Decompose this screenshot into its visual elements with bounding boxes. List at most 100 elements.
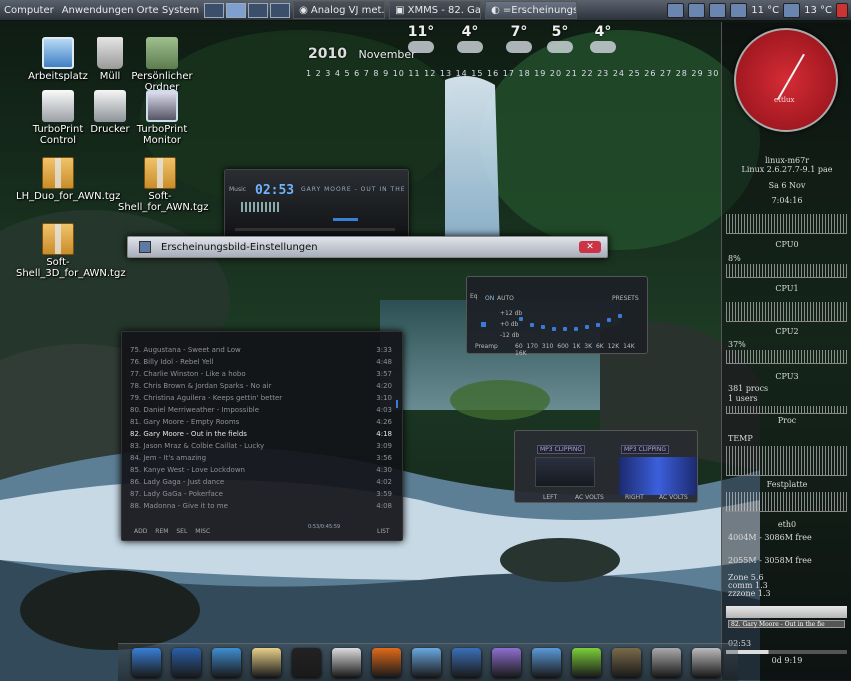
close-button[interactable]: ✕ (579, 241, 601, 253)
update-icon[interactable] (730, 2, 748, 18)
right-meter (619, 457, 697, 495)
playlist-row[interactable]: 77. Charlie Winston - Like a hobo 3:57 (130, 370, 392, 382)
eq-band-slider[interactable] (519, 316, 523, 321)
eq-frequency-labels: 60 170 310 600 1K 3K 6K 12K 14K 16K (515, 343, 635, 357)
taskbar-item-xmms[interactable]: ▣XMMS - 82. Ga... (389, 1, 482, 19)
speaker-icon[interactable] (667, 2, 685, 18)
clock-label[interactable]: 11 °C (751, 5, 779, 16)
home-folder-icon (146, 37, 178, 69)
workspace-3[interactable] (248, 2, 269, 18)
playlist-scrollbar[interactable] (396, 400, 398, 408)
eq-band-slider[interactable] (607, 317, 611, 322)
cpu1-label: CPU1 (775, 284, 799, 293)
eq-band-slider[interactable] (574, 326, 578, 331)
playlist-row[interactable]: 84. Jem - It's amazing 3:56 (130, 454, 392, 466)
workspace-1[interactable] (204, 2, 225, 18)
itunes-icon[interactable] (412, 648, 441, 677)
gimp-icon[interactable] (612, 648, 641, 677)
eq-on-button[interactable]: ON (485, 295, 494, 302)
taskbar-item-analog-vj[interactable]: ◉ Analog VJ met... (293, 1, 386, 19)
playlist-row[interactable]: 87. Lady GaGa - Pokerface 3:59 (130, 490, 392, 502)
awn-dock (118, 643, 738, 681)
playlist-row[interactable]: 82. Gary Moore - Out in the fields 4:18 (130, 430, 392, 442)
weather-icon[interactable] (783, 2, 801, 18)
cpu0-label: CPU0 (775, 240, 799, 249)
cloud-icon (457, 41, 483, 53)
chat-icon[interactable] (572, 648, 601, 677)
eq-band-slider[interactable] (552, 326, 556, 331)
eq-db-mid: +0 db (500, 321, 519, 328)
weather-day-5: 4° (580, 24, 626, 54)
xmms-seek-bar[interactable] (235, 228, 395, 231)
playlist-row[interactable]: 79. Christina Aguilera - Keeps gettin' b… (130, 394, 392, 406)
temperature-label[interactable]: 13 °C (804, 5, 832, 16)
home-icon[interactable] (172, 648, 201, 677)
taskbar-item-appearance[interactable]: ◐=Erscheinungs... (485, 1, 578, 19)
eq-band-slider[interactable] (618, 313, 622, 318)
workspace-2[interactable] (226, 2, 247, 18)
temp-graph (726, 446, 847, 476)
playlist-row[interactable]: 86. Lady Gaga - Just dance 4:02 (130, 478, 392, 490)
appearance-icon (139, 241, 151, 253)
track-duration: 4:48 (376, 358, 392, 366)
trash-icon[interactable] (692, 648, 721, 677)
playlist-row[interactable]: 88. Madonna - Give it to me 4:08 (130, 502, 392, 514)
xmms-equalizer[interactable]: Eq ON AUTO PRESETS +12 db +0 db -12 db P… (466, 276, 648, 357)
appearance-settings-window[interactable]: Erscheinungsbild-Einstellungen ✕ (127, 236, 608, 258)
playlist-row[interactable]: 76. Billy Idol - Rebel Yell 4:48 (130, 358, 392, 370)
playlist-row[interactable]: 81. Gary Moore - Empty Rooms 4:26 (130, 418, 392, 430)
eq-preamp-slider[interactable] (481, 322, 486, 327)
playlist-row[interactable]: 85. Kanye West - Love Lockdown 4:30 (130, 466, 392, 478)
firefox-icon[interactable] (372, 648, 401, 677)
time-label: 7:04:16 (771, 196, 803, 205)
power-icon[interactable] (836, 2, 848, 18)
terminal-icon[interactable] (292, 648, 321, 677)
monitor-icon[interactable] (709, 2, 727, 18)
xmms-playlist[interactable]: 75. Augustana - Sweet and Low 3:33 76. Bil… (121, 331, 403, 541)
playlist-row[interactable]: 78. Chris Brown & Jordan Sparks - No air… (130, 382, 392, 394)
desktop-icon-soft-shell-3d[interactable]: Soft-Shell_3D_for_AWN.tgz (16, 223, 126, 279)
eq-presets-button[interactable]: PRESETS (612, 295, 639, 302)
disk-label: Festplatte (766, 480, 808, 489)
track-duration: 3:59 (376, 490, 392, 498)
cpu2-label: CPU2 (775, 327, 799, 336)
xmms-player[interactable]: Music 02:53 GARY MOORE - OUT IN THE FIEL… (224, 169, 409, 239)
globe-icon[interactable] (132, 648, 161, 677)
list-button[interactable]: LIST (377, 528, 390, 535)
eq-band-slider[interactable] (585, 325, 589, 330)
xmms-volume-slider[interactable] (333, 218, 358, 221)
remove-button[interactable]: REM (155, 528, 168, 535)
desktop-icon-lh-duo[interactable]: LH_Duo_for_AWN.tgz (16, 157, 120, 202)
paint-icon[interactable] (492, 648, 521, 677)
network-icon[interactable] (688, 2, 706, 18)
select-button[interactable]: SEL (176, 528, 187, 535)
misc-button[interactable]: MISC (195, 528, 210, 535)
eq-band-slider[interactable] (530, 322, 534, 327)
eq-band-slider[interactable] (541, 325, 545, 330)
desktop-icon-turboprint-monitor[interactable]: TurboPrint Monitor (120, 90, 204, 146)
add-button[interactable]: ADD (134, 528, 147, 535)
cloud-icon (506, 41, 532, 53)
eq-band-slider[interactable] (596, 322, 600, 327)
applications-menu[interactable]: Anwendungen Orte System (58, 5, 203, 16)
right-label: RIGHT (625, 494, 644, 501)
desktop-icon-home-folder[interactable]: Persönlicher Ordner (120, 37, 204, 93)
desktop-icon-soft-shell[interactable]: Soft-Shell_for_AWN.tgz (118, 157, 209, 213)
eq-band-slider[interactable] (563, 326, 567, 331)
playlist-row[interactable]: 80. Daniel Merriweather - Impossible 4:03 (130, 406, 392, 418)
editor-icon[interactable] (212, 648, 241, 677)
computer-menu[interactable]: Computer (0, 5, 58, 16)
playlist-row[interactable]: 75. Augustana - Sweet and Low 3:33 (130, 346, 392, 358)
notes-icon[interactable] (252, 648, 281, 677)
music-icon[interactable] (652, 648, 681, 677)
document-icon[interactable] (532, 648, 561, 677)
clipping-plugin-window[interactable]: MP3 CLIPPING MP3 CLIPPING LEFT AC VOLTS … (514, 430, 698, 503)
settings-icon[interactable] (332, 648, 361, 677)
date-label: Sa 6 Nov (768, 181, 806, 190)
package-icon (42, 223, 74, 255)
network-icon[interactable] (452, 648, 481, 677)
workspace-4[interactable] (270, 2, 291, 18)
playlist-row[interactable]: 83. Jason Mraz & Colbie Caillat - Lucky 3… (130, 442, 392, 454)
eq-auto-button[interactable]: AUTO (497, 295, 514, 302)
user-count: 1 users (728, 394, 758, 403)
